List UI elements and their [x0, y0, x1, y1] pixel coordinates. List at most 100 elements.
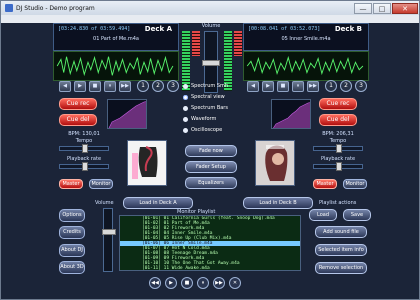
option-label: Spectrum Smh: [191, 83, 229, 89]
deck-b-playback-knob[interactable]: [336, 162, 342, 171]
radio-dot-selected[interactable]: [183, 94, 188, 100]
radio-dot[interactable]: [183, 127, 188, 133]
playlist-stop-button[interactable]: ■: [181, 277, 193, 289]
option-spectral-view[interactable]: Spectral view: [183, 94, 225, 100]
deck-a-next-button[interactable]: ▶▶: [119, 81, 131, 92]
deck-a-time: [03:24.830 of 03:59.494]: [58, 26, 131, 32]
options-button[interactable]: Options: [59, 209, 85, 222]
deck-b-cue-rec-button[interactable]: Cue rec: [319, 98, 357, 110]
add-sound-file-button[interactable]: Add sound file: [315, 226, 367, 238]
deck-b-bpm: BPM: 206,31: [322, 131, 354, 137]
radio-dot[interactable]: [183, 116, 188, 122]
playlist-save-button[interactable]: Save: [343, 209, 371, 221]
deck-a-cue-3[interactable]: 3: [167, 80, 179, 92]
load-in-deck-a-button[interactable]: Load in Deck A: [123, 197, 193, 209]
deck-b-playback-slider[interactable]: [313, 162, 363, 171]
option-spectrum-smh[interactable]: Spectrum Smh: [183, 83, 228, 89]
deck-a-song: 01 Part of Me.m4a: [93, 36, 139, 42]
deck-a-bpm: BPM: 130,01: [68, 131, 100, 137]
deck-a-playback-knob[interactable]: [82, 162, 88, 171]
right-level-meter: [224, 31, 232, 91]
deck-a-tempo-knob[interactable]: [82, 144, 88, 153]
deck-a-tempo-slider[interactable]: [59, 144, 109, 153]
deck-a-cue-del-button[interactable]: Cue del: [59, 114, 97, 126]
deck-b-cue-del-button[interactable]: Cue del: [319, 114, 357, 126]
deck-a-label: Deck A: [144, 25, 172, 33]
deck-a-cue-1[interactable]: 1: [137, 80, 149, 92]
option-label: Oscilloscope: [191, 127, 223, 133]
left-volume-slider[interactable]: [102, 208, 116, 272]
playlist-close-button[interactable]: ✕: [229, 277, 241, 289]
radio-dot[interactable]: [183, 105, 188, 111]
menu-bar: [1, 15, 419, 23]
deck-b-next-button[interactable]: ▶▶: [307, 81, 319, 92]
deck-b-album-art: [255, 140, 295, 186]
center-volume-knob[interactable]: [202, 60, 220, 66]
deck-a-play-button[interactable]: ▶: [74, 81, 86, 92]
deck-b-waveform: [243, 51, 369, 81]
playlist-forward-button[interactable]: ▶▶: [213, 277, 225, 289]
close-button[interactable]: ✕: [392, 2, 418, 14]
deck-b-spectrum: [271, 99, 311, 129]
deck-b-tempo-slider[interactable]: [313, 144, 363, 153]
deck-b-master-button[interactable]: Master: [313, 179, 337, 189]
playlist-play-button[interactable]: ▶: [165, 277, 177, 289]
deck-a-cue-2[interactable]: 2: [152, 80, 164, 92]
deck-a-pause-button[interactable]: ⏸: [104, 81, 116, 92]
about-dj-button[interactable]: About DJ: [59, 244, 85, 257]
deck-b-time: [00:08.041 of 03:52.073]: [248, 26, 321, 32]
option-spectrum-bars[interactable]: Spectrum Bars: [183, 105, 228, 111]
left-level-meter: [182, 31, 190, 91]
deck-b-cue-3[interactable]: 3: [355, 80, 367, 92]
left-peak-meter: [192, 31, 200, 56]
right-peak-meter: [234, 31, 242, 56]
title-bar: DJ Studio - Demo program — □ ✕: [1, 1, 419, 15]
playlist-rewind-button[interactable]: ◀◀: [149, 277, 161, 289]
deck-b-play-button[interactable]: ▶: [262, 81, 274, 92]
deck-a-header: [03:24.830 of 03:59.494] Deck A 01 Part …: [53, 23, 179, 51]
fader-setup-button[interactable]: Fader Setup: [185, 161, 237, 173]
monitor-playlist[interactable]: [01-01] 01 California Gurls (feat. Snoop…: [119, 215, 301, 271]
deck-b-cue-1[interactable]: 1: [325, 80, 337, 92]
deck-a-album-art: [127, 140, 167, 186]
deck-b-tempo-knob[interactable]: [336, 144, 342, 153]
minimize-button[interactable]: —: [354, 2, 372, 14]
option-label: Spectral view: [191, 94, 225, 100]
deck-a-master-button[interactable]: Master: [59, 179, 83, 189]
deck-a-waveform: [53, 51, 179, 81]
deck-a-stop-button[interactable]: ■: [89, 81, 101, 92]
option-label: Spectrum Bars: [191, 105, 228, 111]
window-title: DJ Studio - Demo program: [16, 4, 95, 12]
deck-b-cue-2[interactable]: 2: [340, 80, 352, 92]
deck-b-pause-button[interactable]: ⏸: [292, 81, 304, 92]
maximize-button[interactable]: □: [373, 2, 391, 14]
load-in-deck-b-button[interactable]: Load in Deck B: [243, 197, 313, 209]
playlist-actions-title: Playlist actions: [319, 200, 357, 206]
playlist-load-button[interactable]: Load: [309, 209, 337, 221]
radio-dot[interactable]: [183, 83, 188, 89]
deck-b-label: Deck B: [334, 25, 362, 33]
deck-b-monitor-button[interactable]: Monitor: [343, 179, 367, 189]
deck-a-playback-slider[interactable]: [59, 162, 109, 171]
equalizers-button[interactable]: Equalizers: [185, 177, 237, 189]
selected-item-info-button[interactable]: Selected item info: [315, 244, 367, 256]
credits-button[interactable]: Credits: [59, 226, 85, 239]
deck-b-prev-button[interactable]: ◀: [247, 81, 259, 92]
app-icon: [5, 4, 13, 12]
deck-a-monitor-button[interactable]: Monitor: [89, 179, 113, 189]
deck-a-spectrum: [107, 99, 147, 129]
playlist-pause-button[interactable]: ⏸: [197, 277, 209, 289]
option-oscilloscope[interactable]: Oscilloscope: [183, 127, 222, 133]
option-waveform[interactable]: Waveform: [183, 116, 216, 122]
deck-b-song: 05 Inner Smile.m4a: [281, 36, 331, 42]
center-volume-label: Volume: [201, 23, 221, 29]
remove-selection-button[interactable]: Remove selection: [315, 262, 367, 274]
option-label: Waveform: [191, 116, 217, 122]
fade-now-button[interactable]: Fade now: [185, 145, 237, 157]
playlist-row[interactable]: [01-11] 11 Wide Awake.m4a: [120, 266, 300, 270]
deck-a-prev-button[interactable]: ◀: [59, 81, 71, 92]
left-volume-knob[interactable]: [102, 229, 116, 235]
about-3d-button[interactable]: About 3D: [59, 261, 85, 274]
deck-b-stop-button[interactable]: ■: [277, 81, 289, 92]
deck-a-cue-rec-button[interactable]: Cue rec: [59, 98, 97, 110]
